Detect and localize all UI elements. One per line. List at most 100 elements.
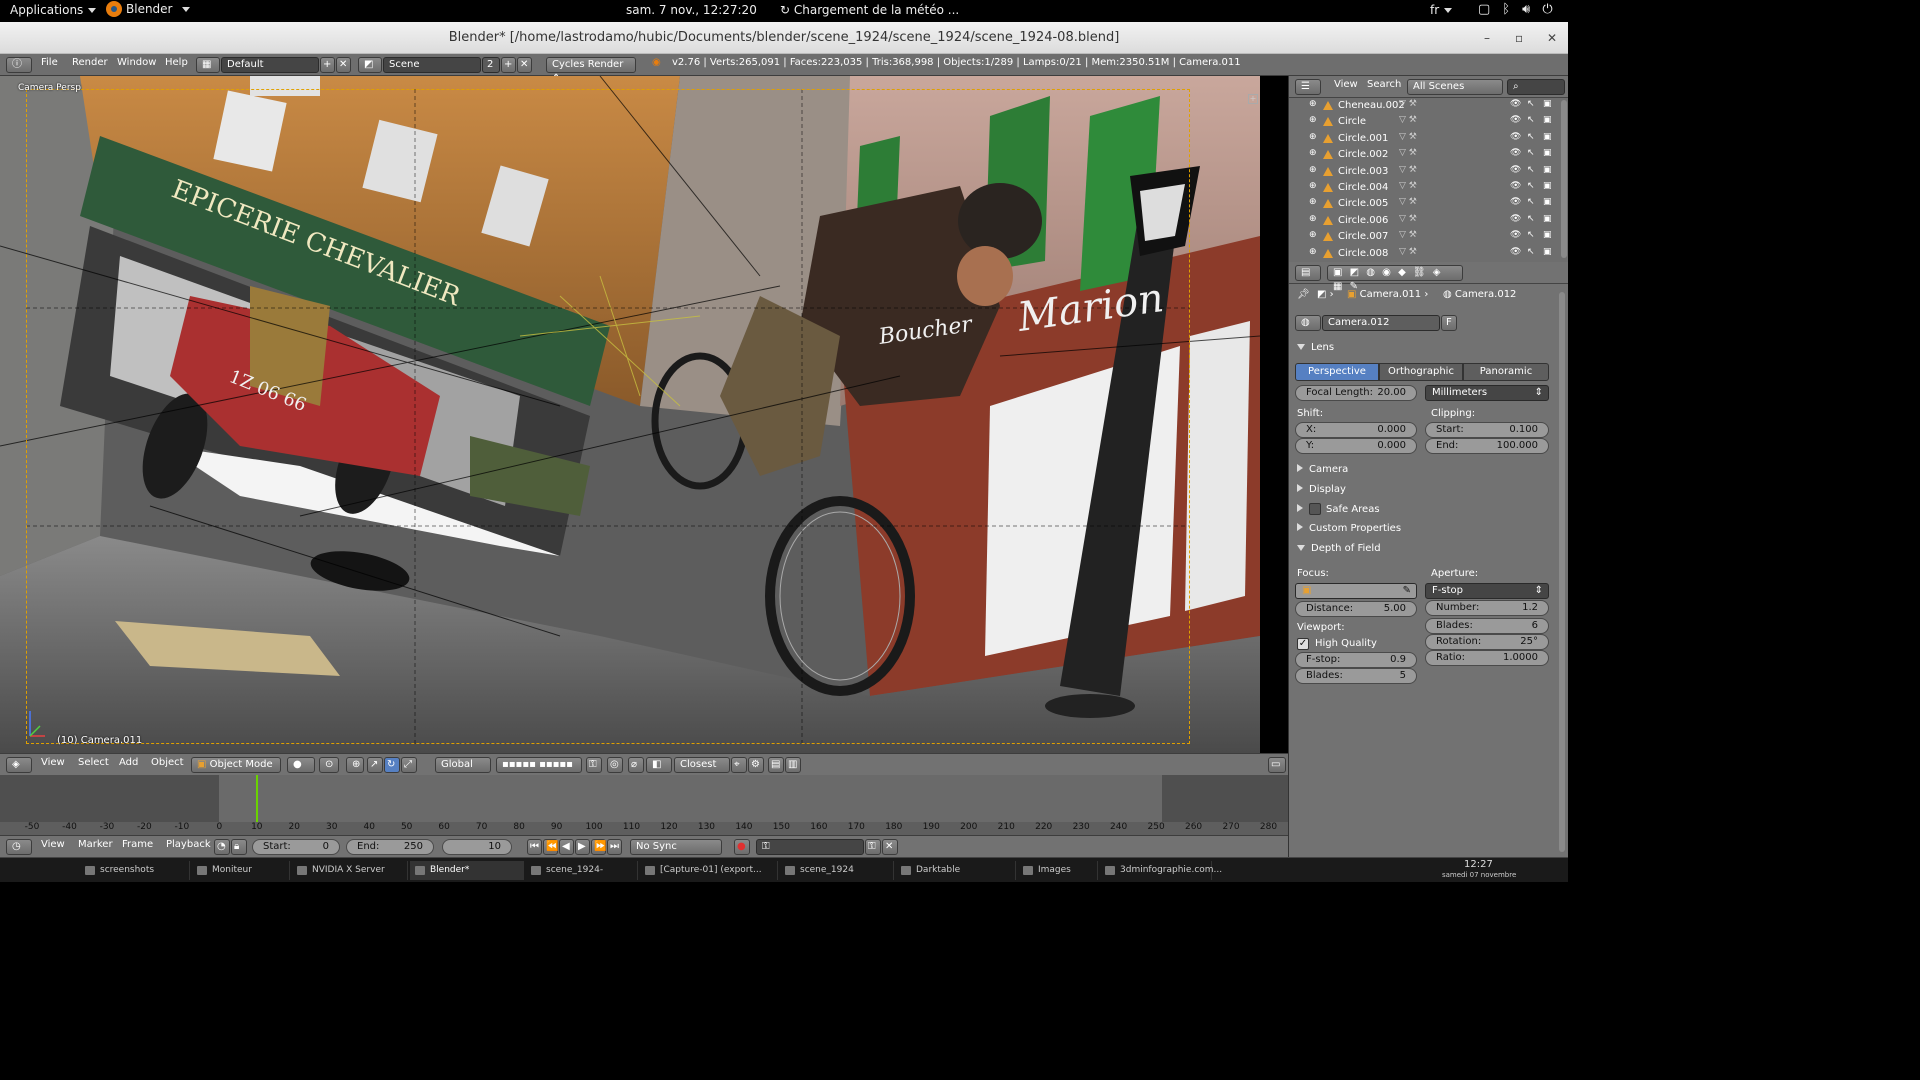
opengl-anim-icon[interactable]: ▥ [785,757,801,773]
menu-select[interactable]: Select [78,757,109,768]
eye-icon[interactable]: 👁︎ [1510,197,1521,207]
lens-unit-select[interactable]: Millimeters ⇕ [1425,385,1549,401]
menu-view[interactable]: View [41,839,65,850]
editor-type-timeline-icon[interactable]: ◷ [6,839,32,855]
mode-select[interactable]: ▣ Object Mode [191,757,281,773]
expand-icon[interactable]: ⊕ [1309,99,1317,109]
jump-next-key-icon[interactable]: ⏩ [591,839,606,855]
fake-user-button[interactable]: F [1441,315,1457,331]
viewport-fstop-field[interactable]: F-stop: 0.9 [1295,652,1417,668]
taskbar-item[interactable]: screenshots [80,861,190,880]
aperture-blades-field[interactable]: Blades: 6 [1425,618,1549,634]
render-icon[interactable]: ▣ [1543,132,1552,142]
eye-icon[interactable]: 👁︎ [1510,247,1521,257]
taskbar-item[interactable]: scene_1924-21_01.jpg [526,861,638,880]
clip-end-field[interactable]: End: 100.000 [1425,438,1549,454]
shading-select-icon[interactable]: ● [287,757,315,773]
breadcrumb-data[interactable]: ◍ Camera.012 [1443,289,1516,300]
scale-icon[interactable]: ⤢ [401,757,417,773]
lock-layers-icon[interactable]: ⚿ [586,757,602,773]
expand-icon[interactable]: ⊕ [1309,115,1317,125]
play-icon[interactable]: ▶ [575,839,590,855]
cursor-icon[interactable]: ↖ [1527,181,1535,191]
proportional-edit-icon[interactable]: ◎ [607,757,623,773]
scene-icon[interactable]: ◩ [358,57,382,73]
keyboard-layout[interactable]: fr [1430,3,1453,17]
play-reverse-icon[interactable]: ◀ [559,839,574,855]
menu-window[interactable]: Window [117,57,156,68]
add-layout-icon[interactable]: + [320,57,335,73]
cursor-icon[interactable]: ↖ [1527,247,1535,257]
taskbar-item[interactable]: NVIDIA X Server Sett... [292,861,408,880]
screen-layout-field[interactable]: Default [221,57,319,73]
camera-datablock-field[interactable]: Camera.012 [1322,315,1440,331]
transform-orientation-select[interactable]: Global [435,757,491,773]
lens-panel-header[interactable]: Lens [1297,342,1334,353]
translate-icon[interactable]: ↗ [367,757,383,773]
taskbar-item[interactable]: [Capture-01] (export... [640,861,778,880]
applications-menu[interactable]: Applications [10,3,97,17]
power-icon[interactable]: ⏻ [1542,2,1552,17]
expand-icon[interactable]: ⊕ [1309,148,1317,158]
render-engine-select[interactable]: Cycles Render ⇕ [546,57,636,84]
eye-icon[interactable]: 👁︎ [1510,148,1521,158]
remove-scene-icon[interactable]: ✕ [517,57,532,73]
menu-frame[interactable]: Frame [122,839,153,850]
end-frame-field[interactable]: End: 250 [346,839,434,855]
cursor-icon[interactable]: ↖ [1527,115,1535,125]
current-frame-indicator[interactable] [256,775,258,823]
opengl-render-icon[interactable]: ▤ [768,757,784,773]
expand-icon[interactable]: ⊕ [1309,165,1317,175]
eye-icon[interactable]: 👁︎ [1510,115,1521,125]
context-tabs[interactable]: ▣ ◩ ◍ ◉ ◆ ⛓ ◈ ▦ ✎ [1327,265,1463,292]
expand-icon[interactable]: ⊕ [1309,197,1317,207]
menu-view[interactable]: View [41,757,65,768]
display-panel-header[interactable]: Display [1297,484,1346,495]
cursor-icon[interactable]: ↖ [1527,132,1535,142]
render-icon[interactable]: ▣ [1543,197,1552,207]
pivot-point-icon[interactable]: ⊙ [319,757,339,773]
custom-properties-panel-header[interactable]: Custom Properties [1297,523,1401,534]
aperture-type-select[interactable]: F-stop ⇕ [1425,583,1549,599]
maximize-icon[interactable]: ▫ [1515,22,1523,54]
viewport-region-toggle-icon[interactable]: + [1248,94,1258,104]
render-icon[interactable]: ▣ [1543,181,1552,191]
cursor-icon[interactable]: ↖ [1527,165,1535,175]
expand-icon[interactable]: ⊕ [1309,247,1317,257]
volume-icon[interactable]: 🔊︎ [1522,2,1530,17]
manipulator-toggle-icon[interactable]: ⊕ [346,757,364,773]
clock[interactable]: sam. 7 nov., 12:27:20 [626,3,757,17]
eye-icon[interactable]: 👁︎ [1510,230,1521,240]
display-mode-select[interactable]: All Scenes [1407,79,1503,95]
bluetooth-icon[interactable]: ᛒ [1502,2,1510,17]
dof-panel-header[interactable]: Depth of Field [1297,543,1381,554]
menu-render[interactable]: Render [72,57,108,68]
eye-icon[interactable]: 👁︎ [1510,132,1521,142]
minimize-icon[interactable]: – [1484,22,1490,54]
expand-icon[interactable]: ⊕ [1309,181,1317,191]
snap-element-icon[interactable]: ◧ [646,757,672,773]
scene-field[interactable]: Scene [383,57,481,73]
safe-areas-panel-header[interactable]: Safe Areas [1297,503,1380,515]
taskbar-item[interactable]: scene_1924 [780,861,894,880]
snap-align-icon[interactable]: ⌖ [731,757,747,773]
expand-icon[interactable]: ⊕ [1309,230,1317,240]
editor-type-outliner-icon[interactable]: ☰ [1295,79,1321,95]
delete-keyframe-icon[interactable]: ✕ [882,839,898,855]
taskbar-item[interactable]: Moniteur système [192,861,290,880]
editor-type-3d-icon[interactable]: ◈ [6,757,32,773]
camera-panel-header[interactable]: Camera [1297,464,1348,475]
editor-type-info-icon[interactable]: ⓘ [6,57,32,73]
editor-type-properties-icon[interactable]: ▤ [1295,265,1321,281]
weather-indicator[interactable]: ↻ Chargement de la météo ... [780,3,959,17]
expand-icon[interactable]: ⊕ [1309,214,1317,224]
record-icon[interactable]: ● [734,839,750,855]
3d-viewport[interactable]: EPICERIE CHEVALIER 1Z 06 66 Boucher Mari… [0,76,1260,753]
menu-file[interactable]: File [41,57,58,68]
eyedropper-icon[interactable]: ✎ [1403,584,1411,598]
lock-range-icon[interactable]: 🔒︎ [231,839,247,855]
outliner-scrollbar[interactable] [1561,100,1567,258]
timeline[interactable]: -50 -40 -30 -20 -10 0 10 20 30 40 50 60 70 80 90 100 110… [0,775,1288,835]
insert-keyframe-icon[interactable]: ⚿ [865,839,881,855]
outliner-item[interactable]: ⊕ Circle.006 ▽ ⚒ 👁︎ ↖ ▣ [1289,213,1561,229]
